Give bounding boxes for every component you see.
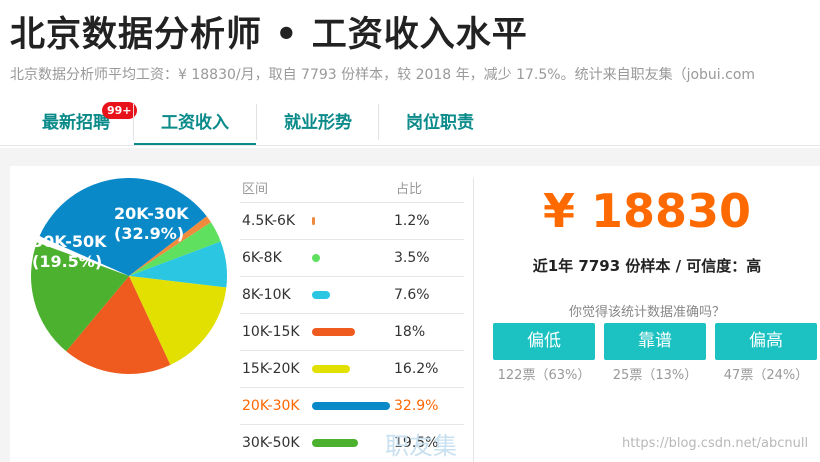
tab-divider (378, 104, 379, 140)
vote-high-button[interactable]: 偏高 (715, 323, 817, 360)
table-row: 10K-15K 18% (240, 313, 464, 350)
salary-percentage: 1.2% (394, 213, 430, 229)
vote-low-count: 122票（63%） (497, 368, 591, 383)
tab-bar-border (0, 145, 820, 146)
salary-percentage: 32.9% (394, 398, 439, 414)
jobui-watermark: 职友集 (385, 432, 457, 460)
table-row: 15K-20K 16.2% (240, 350, 464, 387)
salary-range: 15K-20K (242, 361, 300, 377)
column-header-range: 区间 (242, 182, 269, 197)
average-salary: ¥ 18830 (542, 184, 752, 238)
salary-range: 4.5K-6K (242, 213, 296, 229)
salary-percentage: 18% (394, 324, 426, 340)
salary-range: 10K-15K (242, 324, 300, 340)
new-jobs-badge: 99+ (102, 102, 137, 119)
percentage-bar (312, 365, 351, 373)
table-row: 6K-8K 3.5% (240, 239, 464, 276)
pie-label-30k-50k: 30K-50K (19.5%) (32, 232, 107, 271)
page-title: 北京数据分析师 • 工资收入水平 (10, 15, 528, 55)
percentage-bar (312, 402, 390, 410)
salary-range: 8K-10K (242, 287, 291, 303)
csdn-watermark: https://blog.csdn.net/abcnull (622, 436, 809, 451)
percentage-bar (312, 217, 315, 225)
tab-salary[interactable]: 工资收入 (134, 98, 256, 146)
accuracy-question: 你觉得该统计数据准确吗？ (568, 305, 725, 320)
tab-divider (256, 104, 257, 140)
table-row: 20K-30K 32.9% (240, 387, 464, 424)
tab-job-duties-label: 岗位职责 (406, 113, 474, 133)
salary-percentage: 16.2% (394, 361, 439, 377)
vote-low-button[interactable]: 偏低 (493, 323, 595, 360)
sample-reliability: 近1年 7793 份样本 / 可信度：高 (532, 257, 762, 275)
tab-employment[interactable]: 就业形势 (258, 98, 378, 144)
table-row: 8K-10K 7.6% (240, 276, 464, 313)
salary-range: 6K-8K (242, 250, 282, 266)
salary-range: 20K-30K (242, 398, 300, 414)
pie-label-20k-30k: 20K-30K (32.9%) (114, 204, 189, 243)
tab-bar: 最新招聘 99+ 工资收入 就业形势 岗位职责 (10, 98, 820, 146)
salary-range: 30K-50K (242, 435, 300, 451)
vote-accurate-count: 25票（13%） (612, 368, 698, 383)
percentage-bar (312, 254, 321, 262)
salary-percentage: 7.6% (394, 287, 430, 303)
tab-salary-label: 工资收入 (161, 113, 229, 133)
salary-pie-chart: 20K-30K (32.9%) 30K-50K (19.5%) (24, 176, 234, 376)
percentage-bar (312, 291, 331, 299)
vote-high-count: 47票（24%） (723, 368, 809, 383)
percentage-bar (312, 328, 355, 336)
table-row: 4.5K-6K 1.2% (240, 202, 464, 239)
vote-accurate-button[interactable]: 靠谱 (604, 323, 706, 360)
tab-employment-label: 就业形势 (284, 113, 352, 133)
tab-job-duties[interactable]: 岗位职责 (380, 98, 500, 144)
percentage-bar (312, 439, 359, 447)
tab-latest-jobs-label: 最新招聘 (42, 113, 110, 133)
salary-percentage: 3.5% (394, 250, 430, 266)
column-header-percent: 占比 (396, 182, 423, 197)
salary-summary-text: 北京数据分析师平均工资：¥ 18830/月，取自 7793 份样本，较 2018… (10, 67, 756, 83)
